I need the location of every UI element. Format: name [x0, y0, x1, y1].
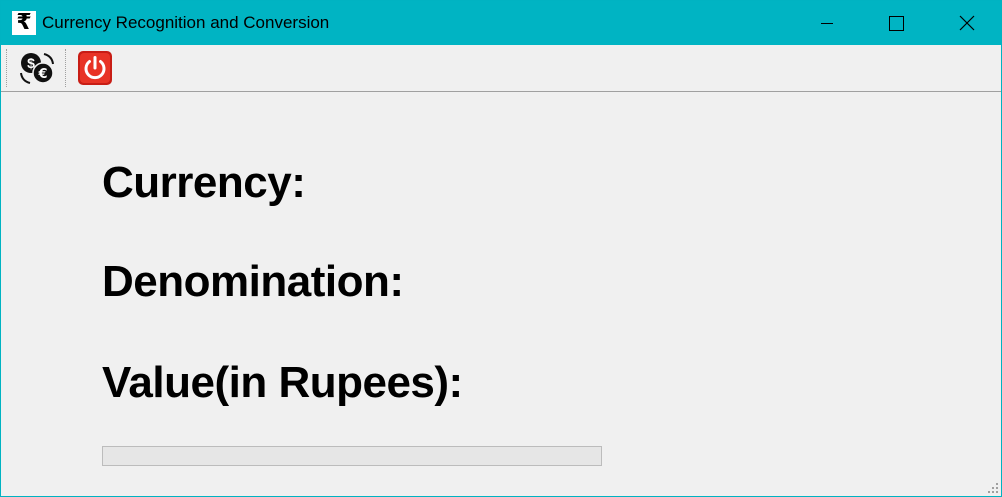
window-title: Currency Recognition and Conversion	[42, 13, 330, 32]
value-label: Value(in Rupees):	[102, 358, 463, 407]
progress-bar	[102, 446, 602, 466]
toolbar-grip[interactable]	[6, 49, 7, 87]
close-icon	[959, 15, 975, 31]
svg-text:€: €	[37, 67, 47, 82]
minimize-button[interactable]	[804, 1, 850, 45]
toolbar: $ €	[1, 45, 1001, 92]
denomination-label: Denomination:	[102, 257, 404, 306]
currency-exchange-button[interactable]: $ €	[17, 50, 55, 86]
power-icon	[78, 51, 112, 85]
title-bar[interactable]: ₹ Currency Recognition and Conversion	[1, 1, 1001, 45]
currency-label: Currency:	[102, 158, 306, 207]
rupee-icon: ₹	[12, 11, 36, 35]
power-button[interactable]	[77, 50, 115, 86]
close-button[interactable]	[943, 1, 989, 45]
currency-exchange-icon: $ €	[20, 53, 54, 84]
minimize-icon	[821, 23, 833, 24]
toolbar-separator	[65, 49, 66, 87]
maximize-button[interactable]	[873, 1, 919, 45]
resize-grip-icon[interactable]	[987, 482, 999, 494]
app-window: ₹ Currency Recognition and Conversion $	[0, 0, 1002, 497]
maximize-icon	[889, 16, 904, 31]
